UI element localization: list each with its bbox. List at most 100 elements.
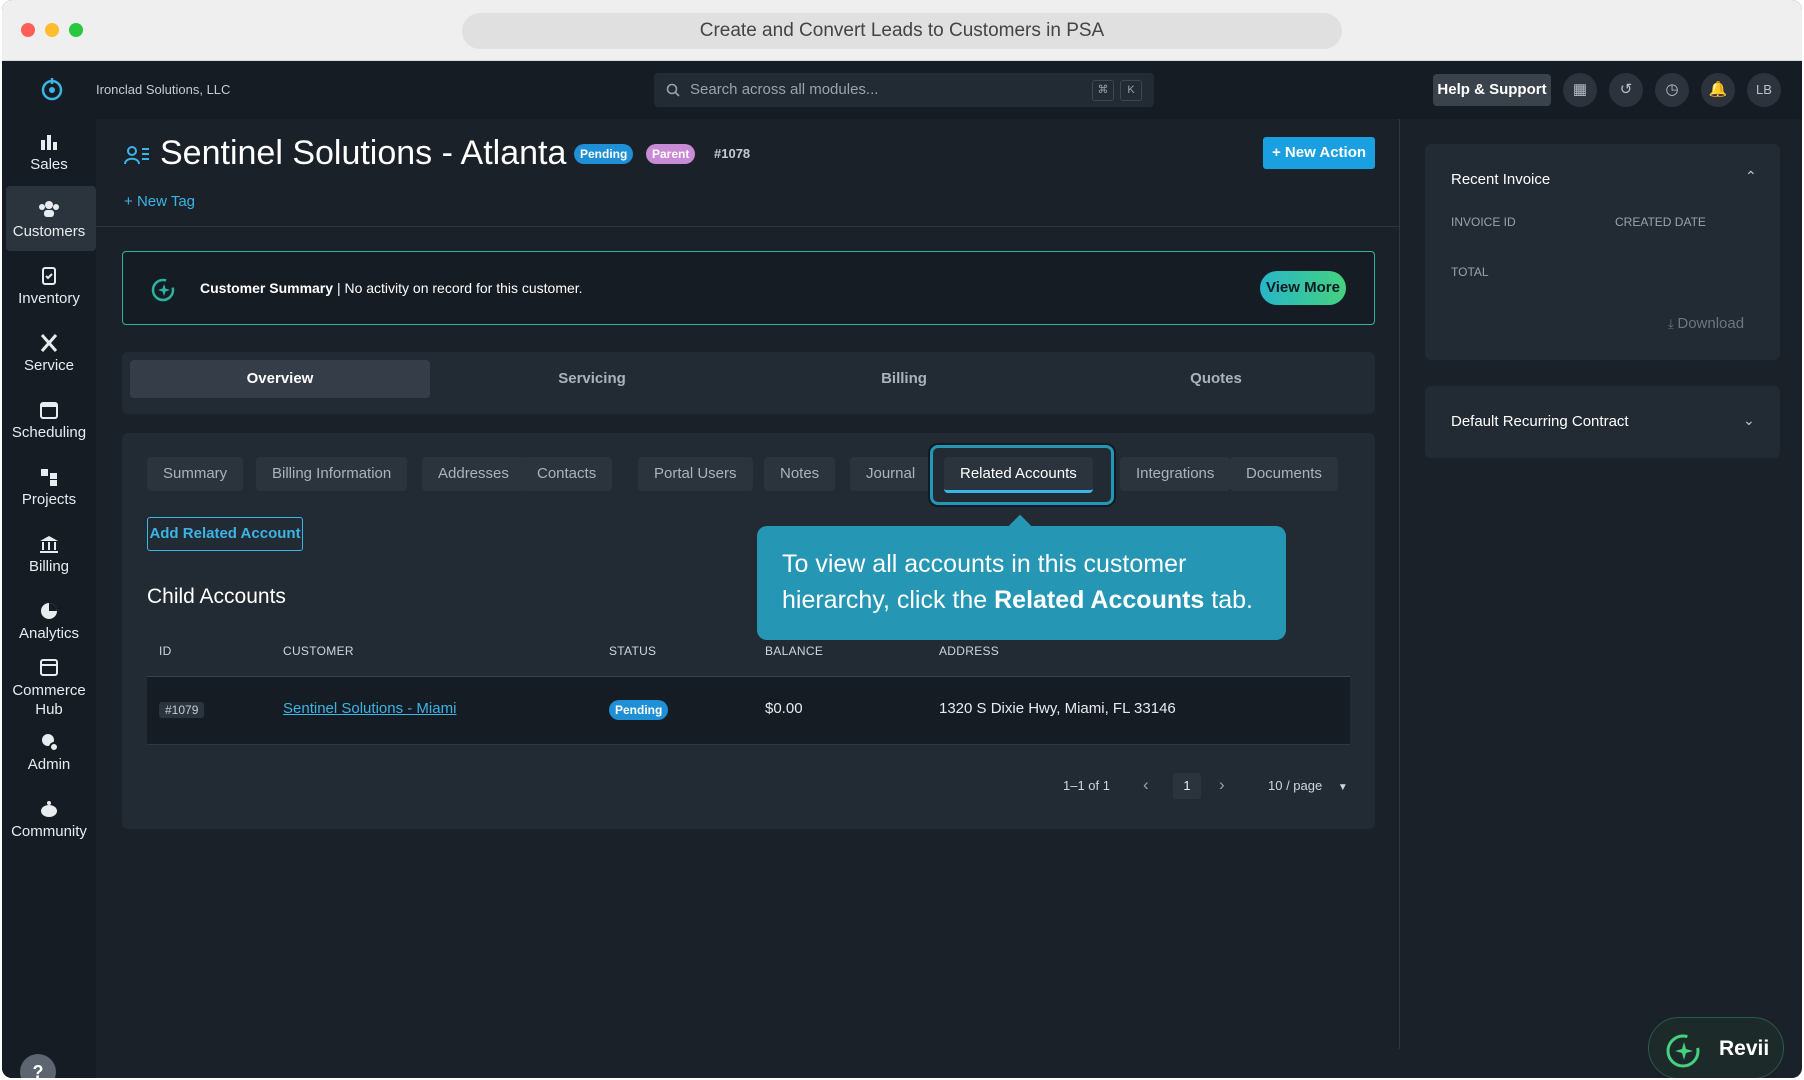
- sidebar-nav: Sales Customers Inventory Service Schedu…: [2, 119, 96, 1078]
- sidebar-item-label: Sales: [30, 156, 68, 173]
- help-support-button[interactable]: Help & Support: [1433, 74, 1551, 106]
- sidebar-item-label-line2: Hub: [35, 701, 63, 718]
- window-title: Create and Convert Leads to Customers in…: [462, 13, 1342, 49]
- zoom-window-icon[interactable]: [69, 23, 83, 37]
- store-icon: [40, 659, 58, 676]
- user-avatar[interactable]: LB: [1747, 73, 1781, 107]
- tooltip-line2: hierarchy, click the Related Accounts ta…: [782, 582, 1261, 618]
- sidebar-item-service[interactable]: Service: [2, 333, 96, 374]
- tooltip-line2-post: tab.: [1204, 586, 1253, 614]
- tools-icon: [40, 334, 58, 352]
- sidebar-item-label: Service: [23, 357, 75, 374]
- page-number-button[interactable]: 1: [1173, 773, 1201, 799]
- subtab-related-accounts[interactable]: Related Accounts: [944, 457, 1093, 493]
- chevron-up-icon[interactable]: ⌃: [1745, 168, 1757, 185]
- close-window-icon[interactable]: [21, 23, 35, 37]
- tab-overview[interactable]: Overview: [130, 360, 430, 398]
- sidebar-item-billing[interactable]: Billing: [2, 534, 96, 575]
- next-page-icon[interactable]: ›: [1219, 775, 1225, 795]
- ai-sparkle-icon: [1666, 1034, 1700, 1068]
- subtab-addresses[interactable]: Addresses: [422, 457, 525, 491]
- customer-number: #1078: [714, 146, 751, 161]
- column-header-address: ADDRESS: [939, 644, 1000, 658]
- org-name: Ironclad Solutions, LLC: [96, 82, 231, 97]
- sidebar-item-analytics[interactable]: Analytics: [2, 601, 96, 642]
- new-action-label: New Action: [1284, 144, 1367, 161]
- chevron-down-icon: ▼: [1337, 782, 1348, 793]
- help-icon[interactable]: ?: [20, 1054, 56, 1078]
- summary-text: Customer Summary | No activity on record…: [200, 280, 583, 296]
- timer-icon[interactable]: ◷: [1655, 73, 1689, 107]
- column-header-status: STATUS: [609, 644, 657, 658]
- sidebar-item-projects[interactable]: Projects: [2, 467, 96, 508]
- recurring-contract-card[interactable]: Default Recurring Contract ⌄: [1425, 386, 1780, 458]
- apps-grid-icon[interactable]: ▦: [1563, 73, 1597, 107]
- tab-quotes[interactable]: Quotes: [1066, 360, 1366, 398]
- subtab-journal[interactable]: Journal: [850, 457, 932, 491]
- new-action-button[interactable]: + New Action: [1263, 137, 1375, 169]
- status-badge: Pending: [574, 144, 634, 164]
- bank-icon: [40, 536, 58, 553]
- column-header-customer: CUSTOMER: [283, 644, 354, 658]
- subtab-integrations[interactable]: Integrations: [1120, 457, 1231, 491]
- search-input[interactable]: Search across all modules...: [690, 81, 878, 98]
- sidebar-item-community[interactable]: Community: [2, 799, 96, 840]
- projects-icon: [41, 469, 57, 486]
- prev-page-icon[interactable]: ‹: [1143, 775, 1149, 795]
- revii-assistant-button[interactable]: Revii: [1648, 1017, 1784, 1078]
- search-icon: [666, 83, 680, 97]
- subtab-summary[interactable]: Summary: [147, 457, 244, 491]
- customer-summary-banner: Customer Summary | No activity on record…: [122, 251, 1375, 325]
- type-badge: Parent: [646, 144, 696, 164]
- right-panel-divider: [1399, 119, 1400, 1049]
- download-button[interactable]: ⤓ Download: [1668, 315, 1744, 332]
- row-id: #1079: [159, 702, 205, 718]
- subtab-contacts[interactable]: Contacts: [521, 457, 613, 491]
- subtab-portal-users[interactable]: Portal Users: [638, 457, 753, 491]
- guide-tooltip: To view all accounts in this customer hi…: [757, 526, 1286, 640]
- new-tag-button[interactable]: + New Tag: [124, 193, 195, 210]
- sidebar-item-label: Customers: [12, 223, 86, 240]
- tab-billing[interactable]: Billing: [754, 360, 1054, 398]
- sidebar-item-sales[interactable]: Sales: [2, 132, 96, 173]
- sidebar-item-admin[interactable]: Admin: [2, 732, 96, 773]
- subtab-billing-information[interactable]: Billing Information: [256, 457, 408, 491]
- add-related-account-button[interactable]: Add Related Account: [147, 517, 303, 551]
- subtab-documents[interactable]: Documents: [1230, 457, 1338, 491]
- view-more-button[interactable]: View More: [1260, 271, 1346, 305]
- global-search[interactable]: Search across all modules... ⌘ K: [654, 73, 1154, 107]
- pie-chart-icon: [41, 603, 57, 619]
- app-logo-icon[interactable]: [40, 76, 64, 102]
- tab-servicing[interactable]: Servicing: [442, 360, 742, 398]
- sidebar-item-inventory[interactable]: Inventory: [2, 266, 96, 307]
- sidebar-item-label: Analytics: [18, 625, 80, 642]
- sidebar-item-label: Billing: [28, 558, 70, 575]
- new-tag-label: New Tag: [136, 193, 196, 210]
- community-icon: [41, 801, 57, 817]
- subtab-notes[interactable]: Notes: [764, 457, 836, 491]
- tooltip-line1: To view all accounts in this customer: [782, 550, 1187, 578]
- row-balance: $0.00: [765, 700, 803, 717]
- minimize-window-icon[interactable]: [45, 23, 59, 37]
- recurring-contract-title: Default Recurring Contract: [1451, 413, 1629, 430]
- row-customer-link[interactable]: Sentinel Solutions - Miami: [283, 700, 456, 717]
- sidebar-item-scheduling[interactable]: Scheduling: [2, 400, 96, 441]
- bar-chart-icon: [41, 135, 57, 150]
- tooltip-line2-pre: hierarchy, click the: [782, 586, 995, 614]
- sidebar-item-label: Projects: [21, 491, 77, 508]
- shortcut-k-key: K: [1120, 80, 1142, 101]
- main-tab-bar: Overview Servicing Billing Quotes: [122, 352, 1375, 414]
- sidebar-item-customers[interactable]: Customers: [2, 199, 96, 240]
- page-size-value: 10 / page: [1268, 778, 1323, 793]
- page-size-select[interactable]: 10 / page ▼: [1268, 778, 1348, 793]
- customer-list-icon: [124, 146, 149, 165]
- history-icon[interactable]: ↺: [1609, 73, 1643, 107]
- row-address: 1320 S Dixie Hwy, Miami, FL 33146: [939, 700, 1176, 717]
- sidebar-item-label: Inventory: [18, 290, 80, 307]
- summary-message: No activity on record for this customer.: [344, 280, 583, 296]
- shortcut-cmd-key: ⌘: [1092, 80, 1114, 101]
- notifications-bell-icon[interactable]: 🔔: [1701, 73, 1735, 107]
- chevron-down-icon: ⌄: [1743, 412, 1755, 428]
- sidebar-item-commerce-hub[interactable]: Commerce Hub: [2, 657, 96, 719]
- app-window: Create and Convert Leads to Customers in…: [2, 0, 1802, 1078]
